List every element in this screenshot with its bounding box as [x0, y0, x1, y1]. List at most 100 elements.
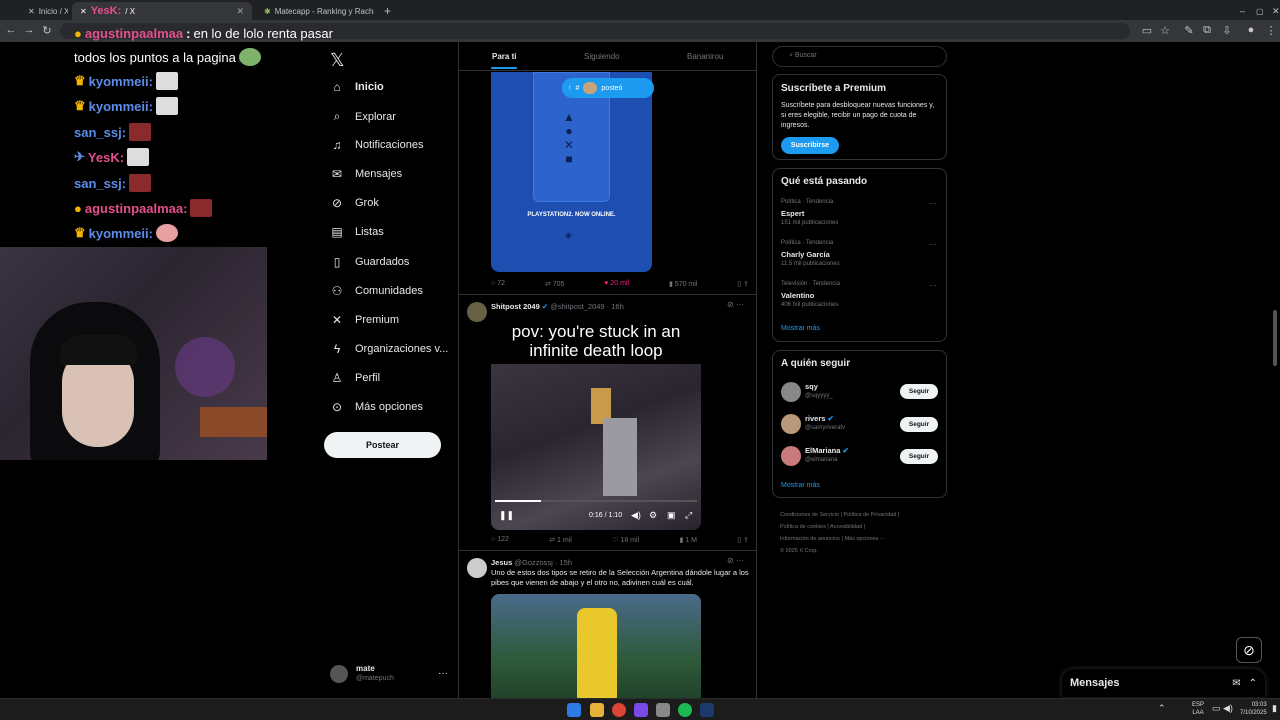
trend-item[interactable]: Charly García — [781, 250, 830, 259]
footer-link[interactable]: Más opciones ··· — [844, 536, 885, 542]
follow-name[interactable]: sqy — [805, 382, 818, 391]
nav-item-home[interactable]: ⌂ Inicio — [330, 80, 383, 94]
views-button[interactable]: ▮ 1 M — [679, 536, 696, 544]
nav-item-x-logo[interactable]: ✕ Premium — [330, 313, 399, 327]
tray-chevron-icon[interactable]: ⌃ — [1158, 703, 1166, 714]
pip-icon[interactable]: ▣ — [667, 510, 676, 521]
trends-show-more[interactable]: Mostrar más — [781, 325, 820, 332]
menu-icon[interactable]: ⋮ — [1264, 24, 1278, 37]
bookmark-icon[interactable]: ▯ ⇪ — [737, 280, 749, 288]
footer-link[interactable]: Información de anuncios — [780, 536, 840, 542]
avatar[interactable] — [781, 382, 801, 402]
follow-button[interactable]: Seguir — [900, 384, 938, 399]
avatar[interactable] — [781, 446, 801, 466]
nav-item-person[interactable]: ♙ Perfil — [330, 371, 380, 385]
nav-item-mail[interactable]: ✉ Mensajes — [330, 167, 402, 181]
trend-more-icon[interactable]: ··· — [929, 240, 937, 249]
follow-button[interactable]: Seguir — [900, 417, 938, 432]
account-more-icon[interactable]: ··· — [438, 668, 448, 679]
chrome-icon[interactable] — [612, 703, 626, 717]
steam-icon[interactable] — [700, 703, 714, 717]
nav-item-search[interactable]: ⌕ Explorar — [330, 109, 396, 124]
post-button[interactable]: Postear — [324, 432, 441, 458]
views-button[interactable]: ▮ 570 mil — [669, 280, 697, 288]
trend-more-icon[interactable]: ··· — [929, 199, 937, 208]
puzzle-icon[interactable]: ⧉ — [1200, 24, 1214, 37]
follow-name[interactable]: ElMariana ✔ — [805, 446, 849, 455]
subscribe-button[interactable]: Suscribirse — [781, 137, 839, 154]
trend-more-icon[interactable]: ··· — [929, 281, 937, 290]
settings-icon[interactable]: ⚙ — [649, 510, 657, 521]
video-player[interactable]: pov: you're stuck in an infinite death l… — [491, 318, 701, 530]
close-tab-icon[interactable]: ✕ — [236, 6, 244, 17]
windows-start-icon[interactable] — [567, 703, 581, 717]
footer-link[interactable]: Política de Privacidad — [844, 512, 897, 518]
extension-icon[interactable]: ✎ — [1182, 24, 1196, 37]
cast-icon[interactable]: ▭ — [1140, 24, 1154, 37]
maximize-icon[interactable]: ▢ — [1248, 2, 1264, 20]
follow-show-more[interactable]: Mostrar más — [781, 482, 820, 489]
grok-float-icon[interactable]: ⊘ — [1236, 637, 1262, 663]
app-icon[interactable] — [656, 703, 670, 717]
playstation-poster-image[interactable]: ▲ ● ✕ ■ PLAYSTATION2. NOW ONLINE. ◈ — [491, 72, 652, 272]
follow-button[interactable]: Seguir — [900, 449, 938, 464]
soccer-video-image[interactable] — [491, 594, 701, 702]
new-posts-pill[interactable]: ↑ # posteó — [562, 78, 654, 98]
file-explorer-icon[interactable] — [590, 703, 604, 717]
network-volume-icon[interactable]: ▭ ◀) — [1212, 703, 1233, 714]
reply-button[interactable]: ○ 122 — [491, 536, 509, 544]
clock[interactable]: 03:03 7/10/2025 — [1240, 701, 1267, 717]
trend-item[interactable]: Espert — [781, 209, 804, 218]
nav-item-bell[interactable]: ♫ Notificaciones — [330, 138, 424, 152]
tab-bananirou[interactable]: Bananirou — [687, 52, 723, 61]
tab-inicio[interactable]: ✕ Inicio / X — [20, 2, 68, 20]
grok-icon[interactable]: ⊘ ··· — [727, 300, 744, 309]
nav-item-list[interactable]: ▤ Listas — [330, 225, 383, 239]
compose-message-icon[interactable]: ✉ — [1232, 678, 1240, 689]
new-tab-icon[interactable]: + — [376, 2, 392, 20]
avatar[interactable] — [467, 558, 487, 578]
footer-link[interactable]: Accesibilidad — [830, 524, 862, 530]
author-name[interactable]: Shitpost 2049 — [491, 302, 540, 311]
nav-item-grok[interactable]: ⊘ Grok — [330, 196, 379, 210]
spotify-icon[interactable] — [678, 703, 692, 717]
messages-dock[interactable]: Mensajes ✉ ⌃ — [1062, 669, 1265, 697]
discord-icon[interactable] — [634, 703, 648, 717]
trend-item[interactable]: Valentino — [781, 291, 814, 300]
follow-name[interactable]: rivers ✔ — [805, 414, 834, 423]
repost-button[interactable]: ⇄ 705 — [545, 280, 565, 288]
x-logo-icon[interactable]: 𝕏 — [330, 50, 345, 71]
minimize-icon[interactable]: – — [1232, 2, 1248, 20]
avatar[interactable] — [467, 302, 487, 322]
volume-icon[interactable]: ◀) — [631, 510, 641, 521]
fullscreen-icon[interactable]: ⤢ — [685, 510, 692, 521]
search-input[interactable]: ⌕ Buscar — [772, 46, 947, 67]
keyboard-language[interactable]: ESP LAA — [1192, 701, 1204, 717]
expand-icon[interactable]: ⌃ — [1249, 678, 1257, 689]
reply-button[interactable]: ○ 72 — [491, 280, 505, 288]
downloads-icon[interactable]: ⇩ — [1220, 24, 1234, 37]
star-icon[interactable]: ☆ — [1158, 24, 1172, 37]
like-button[interactable]: ♡ 18 mil — [612, 536, 639, 544]
bookmark-icon[interactable]: ▯ ⇪ — [737, 536, 749, 544]
tab-siguiendo[interactable]: Siguiendo — [584, 52, 620, 61]
repost-button[interactable]: ⇄ 1 mil — [549, 536, 572, 544]
like-button[interactable]: ♥ 20 mil — [604, 280, 629, 288]
notifications-icon[interactable]: ▮ — [1272, 703, 1277, 714]
nav-item-communities[interactable]: ⚇ Comunidades — [330, 284, 423, 298]
footer-link[interactable]: Política de cookies — [780, 524, 826, 530]
footer-link[interactable]: Condiciones de Servicio — [780, 512, 839, 518]
author-name[interactable]: Jesus — [491, 558, 512, 567]
profile-avatar[interactable]: ● — [1244, 24, 1258, 36]
scrollbar[interactable] — [1273, 310, 1277, 366]
grok-icon[interactable]: ⊘ ··· — [727, 556, 744, 565]
avatar[interactable] — [781, 414, 801, 434]
avatar[interactable] — [330, 665, 348, 683]
nav-item-more[interactable]: ⊙ Más opciones — [330, 400, 423, 414]
tab-yesk[interactable]: ✕ YesK: / X ✕ — [72, 2, 252, 20]
pause-icon[interactable]: ❚❚ — [499, 510, 514, 521]
nav-item-lightning[interactable]: ϟ Organizaciones v... — [330, 342, 449, 356]
close-window-icon[interactable]: ✕ — [1264, 2, 1280, 20]
tab-para-ti[interactable]: Para ti — [492, 52, 516, 61]
video-progress-track[interactable] — [495, 500, 697, 502]
